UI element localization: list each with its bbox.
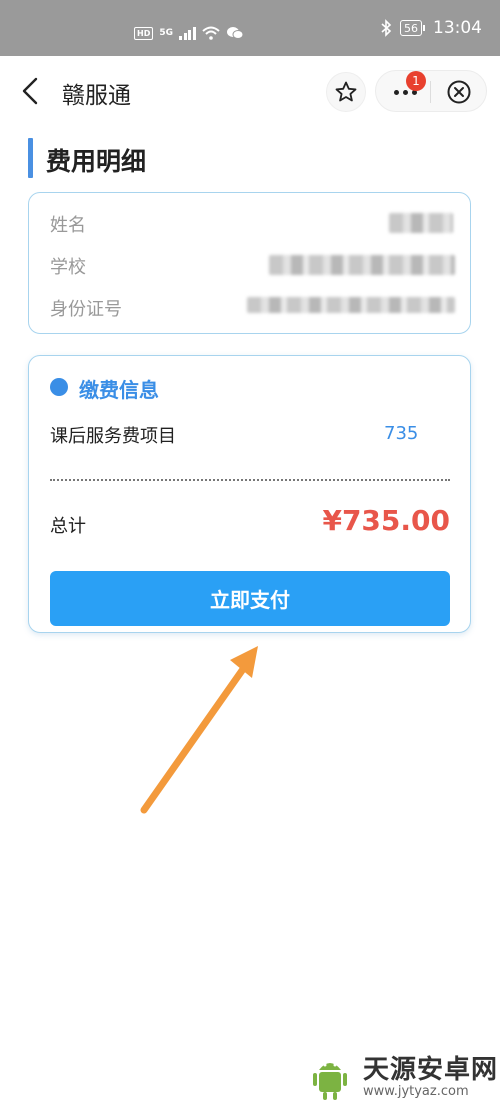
school-label: 学校 xyxy=(50,257,86,278)
bluetooth-icon xyxy=(381,19,392,37)
payment-info-card: 缴费信息 课后服务费项目 735 总计 ¥735.00 立即支付 xyxy=(28,355,471,633)
capsule-divider xyxy=(430,81,431,103)
favorite-button[interactable] xyxy=(326,72,366,112)
android-logo-icon xyxy=(313,1063,347,1100)
back-icon[interactable] xyxy=(18,76,42,106)
fee-item-label: 课后服务费项目 xyxy=(50,426,176,447)
close-icon[interactable] xyxy=(446,79,472,105)
heading-accent-bar xyxy=(28,138,33,178)
watermark-name: 天源安卓网 xyxy=(363,1055,499,1085)
pointer-arrow-icon xyxy=(140,646,258,814)
nav-bar: 赣服通 1 xyxy=(0,56,500,126)
battery-icon: 56 xyxy=(400,20,425,36)
clock: 13:04 xyxy=(433,18,482,38)
id-number-label: 身份证号 xyxy=(50,299,122,320)
status-indicators: HD 5G xyxy=(134,26,244,40)
id-number-value-redacted xyxy=(247,297,455,313)
watermark-url: www.jytyaz.com xyxy=(363,1084,469,1099)
network-type: 5G xyxy=(159,28,173,38)
total-label: 总计 xyxy=(50,516,86,537)
name-label: 姓名 xyxy=(50,215,86,236)
personal-info-card: 姓名 学校 身份证号 xyxy=(28,192,471,334)
hd-badge: HD xyxy=(134,26,154,40)
watermark: 天源安卓网 www.jytyaz.com xyxy=(305,1052,498,1102)
wifi-icon xyxy=(201,26,220,40)
payment-section-title: 缴费信息 xyxy=(79,378,159,402)
nav-title: 赣服通 xyxy=(62,83,131,109)
status-bar: HD 5G 56 13:04 xyxy=(0,0,500,56)
status-right: 56 13:04 xyxy=(380,18,482,38)
signal-icon xyxy=(179,26,196,40)
school-value-redacted xyxy=(269,255,455,275)
fee-item-value: 735 xyxy=(384,423,419,444)
star-icon xyxy=(335,81,357,102)
name-value-redacted xyxy=(389,213,453,233)
watermark-text: 天源安卓网 www.jytyaz.com xyxy=(363,1055,498,1099)
wechat-icon xyxy=(226,27,243,39)
mini-program-capsule: 1 xyxy=(375,70,487,112)
pay-now-button[interactable]: 立即支付 xyxy=(50,571,450,626)
section-dot-icon xyxy=(50,378,68,396)
notification-badge: 1 xyxy=(406,71,426,91)
total-amount: ¥735.00 xyxy=(322,504,450,537)
battery-level: 56 xyxy=(400,20,422,36)
divider xyxy=(50,479,450,481)
page-title: 费用明细 xyxy=(46,147,147,176)
